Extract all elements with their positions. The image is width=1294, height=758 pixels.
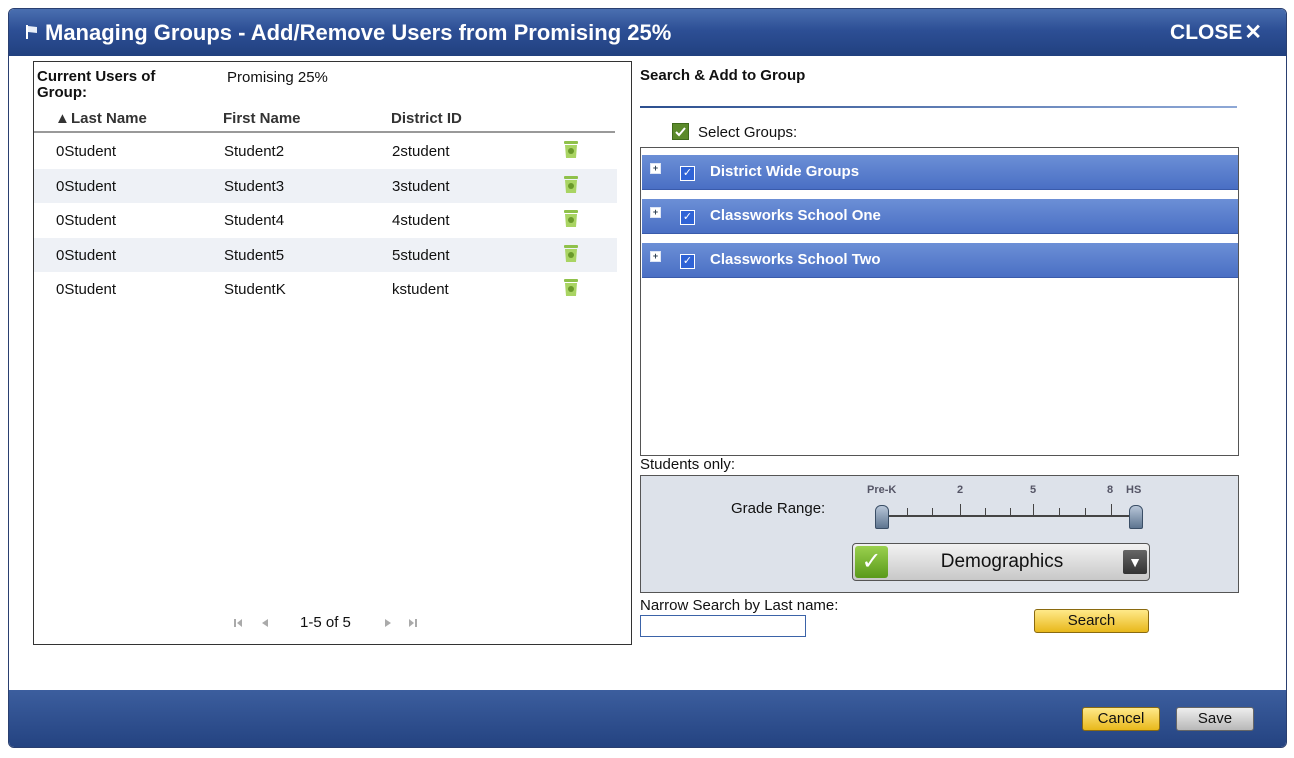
- pager-text: 1-5 of 5: [300, 614, 351, 631]
- save-button[interactable]: Save: [1176, 707, 1254, 731]
- close-button[interactable]: CLOSE✕: [1170, 20, 1262, 45]
- current-users-label: Current Users of Group:: [37, 68, 156, 101]
- group-checkbox[interactable]: ✓: [680, 254, 695, 269]
- cell-last-name: 0Student: [56, 246, 117, 264]
- slider-tick: [1111, 504, 1112, 516]
- column-last-name[interactable]: Last Name: [71, 110, 147, 127]
- select-groups-label: Select Groups:: [698, 124, 798, 141]
- cell-first-name: Student5: [224, 246, 285, 264]
- section-divider: [640, 106, 1237, 108]
- manage-groups-dialog: Managing Groups - Add/Remove Users from …: [8, 8, 1287, 748]
- remove-user-icon[interactable]: [564, 279, 578, 296]
- grade-tick-label: 2: [957, 484, 964, 496]
- prev-page-icon[interactable]: [258, 616, 272, 630]
- group-label: District Wide Groups: [710, 163, 860, 180]
- groups-tree: + ✓ District Wide Groups + ✓ Classworks …: [640, 147, 1239, 456]
- slider-tick: [1010, 508, 1011, 516]
- dialog-title: Managing Groups - Add/Remove Users from …: [45, 20, 672, 45]
- users-table-body: 0Student Student2 2student 0Student Stud…: [34, 134, 617, 307]
- first-page-icon[interactable]: [231, 616, 245, 630]
- cancel-button[interactable]: Cancel: [1082, 707, 1160, 731]
- demographics-label: Demographics: [940, 551, 1064, 572]
- search-add-title: Search & Add to Group: [640, 67, 806, 84]
- sort-asc-icon: ▲: [55, 110, 70, 127]
- remove-user-icon[interactable]: [564, 244, 578, 262]
- next-page-icon[interactable]: [381, 616, 395, 630]
- cell-last-name: 0Student: [56, 177, 117, 195]
- dialog-footer: Cancel Save: [9, 690, 1286, 747]
- last-page-icon[interactable]: [406, 616, 420, 630]
- students-only-label: Students only:: [640, 456, 736, 473]
- cell-district-id: 5student: [392, 246, 450, 264]
- table-row: 0Student Student2 2student: [34, 134, 617, 169]
- grade-range-slider[interactable]: Pre-K 2 5 8 HS: [867, 484, 1145, 530]
- grade-tick-label: Pre-K: [867, 484, 897, 496]
- users-table-header: ▲ Last Name First Name District ID: [34, 109, 615, 133]
- grade-tick-label: 5: [1030, 484, 1037, 496]
- demographics-dropdown[interactable]: ✓ Demographics ▼: [852, 543, 1150, 581]
- group-label: Classworks School One: [710, 207, 881, 224]
- cell-first-name: Student3: [224, 177, 285, 195]
- group-label: Classworks School Two: [710, 251, 881, 268]
- table-row: 0Student Student3 3student: [34, 168, 617, 203]
- expand-icon[interactable]: +: [650, 251, 661, 262]
- group-row-school-one[interactable]: + ✓ Classworks School One: [642, 199, 1238, 234]
- flag-icon: [26, 25, 37, 39]
- grade-tick-label: 8: [1107, 484, 1114, 496]
- cell-district-id: kstudent: [392, 281, 449, 298]
- cell-last-name: 0Student: [56, 281, 117, 298]
- table-row: 0Student Student5 5student: [34, 237, 617, 272]
- cell-first-name: StudentK: [224, 281, 286, 298]
- grade-range-label: Grade Range:: [731, 500, 826, 517]
- group-checkbox[interactable]: ✓: [680, 166, 695, 181]
- slider-tick: [1033, 504, 1034, 516]
- slider-tick: [932, 508, 933, 516]
- expand-icon[interactable]: +: [650, 163, 661, 174]
- cell-district-id: 2student: [392, 143, 450, 160]
- remove-user-icon[interactable]: [564, 175, 578, 193]
- column-district-id[interactable]: District ID: [391, 110, 462, 127]
- narrow-search-label: Narrow Search by Last name:: [640, 597, 839, 614]
- grade-min-handle[interactable]: [875, 505, 889, 529]
- slider-track: [881, 515, 1135, 517]
- cell-last-name: 0Student: [56, 212, 117, 229]
- group-row-district-wide[interactable]: + ✓ District Wide Groups: [642, 155, 1238, 190]
- current-users-panel: Current Users of Group: Promising 25% ▲ …: [33, 61, 632, 645]
- dialog-titlebar: Managing Groups - Add/Remove Users from …: [9, 9, 1286, 56]
- remove-user-icon[interactable]: [564, 210, 578, 227]
- group-name: Promising 25%: [227, 69, 328, 86]
- cell-first-name: Student2: [224, 143, 285, 160]
- grade-max-handle[interactable]: [1129, 505, 1143, 529]
- cell-district-id: 3student: [392, 177, 450, 195]
- slider-tick: [985, 508, 986, 516]
- search-button[interactable]: Search: [1034, 609, 1149, 633]
- remove-user-icon[interactable]: [564, 141, 578, 158]
- close-icon: ✕: [1244, 21, 1262, 44]
- table-row: 0Student Student4 4student: [34, 203, 617, 238]
- grade-tick-label: HS: [1126, 484, 1142, 496]
- column-first-name[interactable]: First Name: [223, 110, 301, 127]
- cell-first-name: Student4: [224, 212, 285, 229]
- table-row: 0Student StudentK kstudent: [34, 272, 617, 307]
- last-name-search-input[interactable]: [640, 615, 806, 637]
- checkmark-icon: ✓: [855, 546, 888, 578]
- checkmark-icon: [675, 127, 686, 137]
- slider-tick: [960, 504, 961, 516]
- select-groups-checkbox[interactable]: [672, 123, 689, 140]
- close-label: CLOSE: [1170, 21, 1243, 44]
- group-checkbox[interactable]: ✓: [680, 210, 695, 225]
- group-row-school-two[interactable]: + ✓ Classworks School Two: [642, 243, 1238, 278]
- slider-tick: [907, 508, 908, 516]
- cell-last-name: 0Student: [56, 143, 117, 160]
- student-filter-box: Grade Range: Pre-K 2 5 8 HS ✓ Demographi…: [640, 475, 1239, 593]
- expand-icon[interactable]: +: [650, 207, 661, 218]
- slider-tick: [1085, 508, 1086, 516]
- chevron-down-icon[interactable]: ▼: [1123, 550, 1147, 574]
- cell-district-id: 4student: [392, 212, 450, 229]
- slider-tick: [1059, 508, 1060, 516]
